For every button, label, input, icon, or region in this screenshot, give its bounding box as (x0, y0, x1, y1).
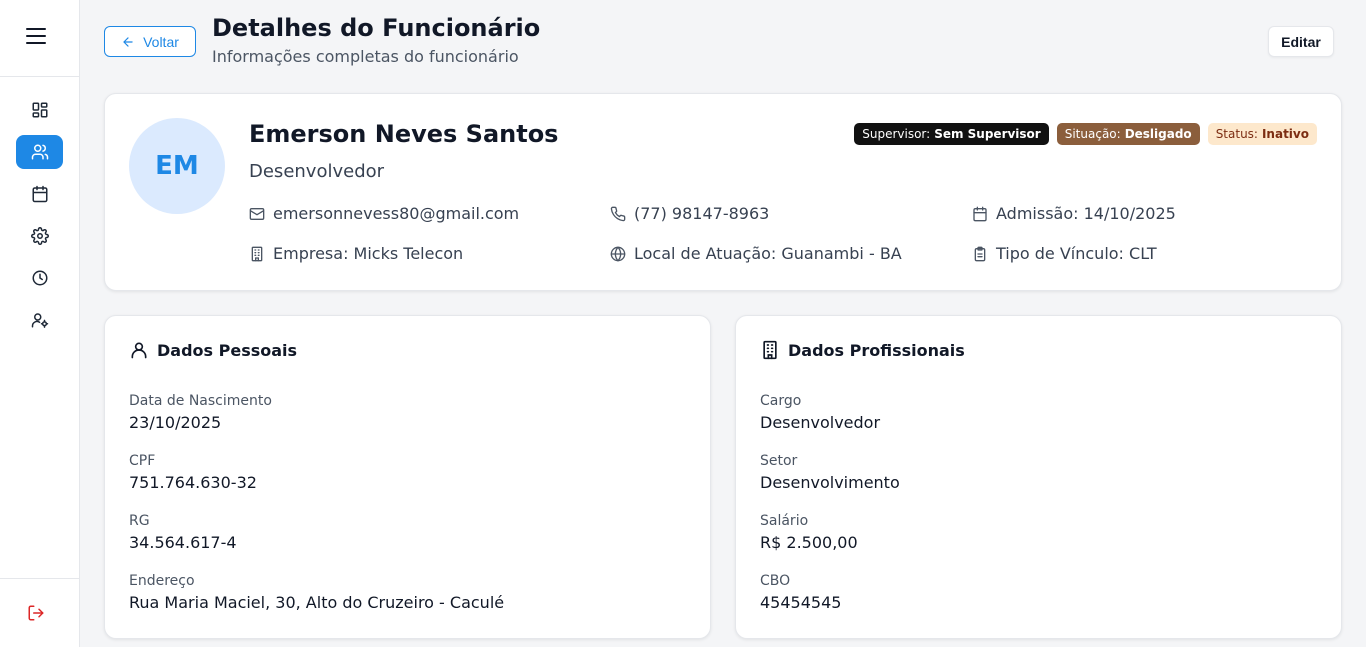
page-title: Detalhes do Funcionário (212, 14, 541, 42)
setor-field: Setor Desenvolvimento (760, 452, 900, 494)
status-badge: Status: Inativo (1207, 123, 1317, 145)
field-label: Cargo (760, 393, 802, 409)
personal-data-header: Dados Pessoais (129, 340, 297, 360)
status-badges: Supervisor: Sem Supervisor Situação: Des… (854, 123, 1317, 145)
building-icon (763, 340, 777, 360)
logout-icon (28, 605, 44, 621)
sidebar-item-settings[interactable] (16, 219, 63, 253)
field-value: 23/10/2025 (129, 413, 222, 432)
building-icon (251, 246, 263, 261)
field-value: Rua Maria Maciel, 30, Alto do Cruzeiro -… (129, 593, 505, 612)
status-badge-value: Inativo (1261, 127, 1309, 141)
field-label: Data de Nascimento (129, 393, 272, 409)
sidebar-item-calendar[interactable] (16, 177, 63, 211)
employee-profile-card: EM Emerson Neves Santos Desenvolvedor Su… (104, 93, 1342, 291)
phone-text: (77) 98147-8963 (634, 204, 770, 223)
edit-button[interactable]: Editar (1268, 26, 1334, 57)
admission-text: Admissão: 14/10/2025 (996, 204, 1176, 223)
calendar-icon (973, 206, 987, 221)
phone-info: (77) 98147-8963 (610, 204, 769, 223)
users-icon (31, 144, 48, 160)
mail-icon (249, 207, 265, 220)
link-type-info: Tipo de Vínculo: CLT (972, 244, 1157, 263)
professional-data-title: Dados Profissionais (788, 340, 965, 360)
back-button[interactable]: Voltar (104, 26, 196, 57)
admission-info: Admissão: 14/10/2025 (972, 204, 1176, 223)
professional-data-header: Dados Profissionais (760, 340, 965, 360)
address-field: Endereço Rua Maria Maciel, 30, Alto do C… (129, 572, 504, 614)
gear-icon (30, 227, 49, 245)
menu-toggle-button[interactable] (24, 24, 48, 48)
field-value: Desenvolvimento (760, 473, 900, 492)
phone-icon (610, 206, 626, 221)
clipboard-icon (974, 246, 986, 261)
sidebar-item-history[interactable] (16, 261, 63, 295)
field-label: RG (129, 513, 150, 529)
cpf-field: CPF 751.764.630-32 (129, 452, 257, 494)
avatar: EM (129, 118, 225, 214)
calendar-icon (32, 185, 47, 203)
location-text: Local de Atuação: Guanambi - BA (634, 244, 902, 263)
field-value: Desenvolvedor (760, 413, 881, 432)
clock-icon (32, 270, 47, 286)
arrow-left-icon (123, 36, 133, 47)
personal-data-title: Dados Pessoais (157, 340, 298, 360)
sidebar-item-dashboard[interactable] (16, 93, 63, 127)
personal-data-card: Dados Pessoais Data de Nascimento 23/10/… (104, 315, 711, 639)
situacao-badge-value: Desligado (1124, 127, 1192, 141)
company-info: Empresa: Micks Telecon (249, 244, 463, 263)
field-label: CBO (760, 573, 791, 589)
employee-role: Desenvolvedor (249, 161, 385, 182)
status-badge-label: Status: (1215, 127, 1258, 141)
sidebar-item-user-settings[interactable] (16, 303, 63, 337)
professional-data-card: Dados Profissionais Cargo Desenvolvedor … (735, 315, 1342, 639)
user-settings-icon (31, 313, 48, 328)
email-text: emersonnevess80@gmail.com (273, 204, 520, 223)
situacao-badge: Situação: Desligado (1056, 123, 1200, 145)
salario-field: Salário R$ 2.500,00 (760, 512, 858, 554)
field-label: Endereço (129, 573, 195, 589)
birthdate-field: Data de Nascimento 23/10/2025 (129, 392, 272, 434)
situacao-badge-label: Situação: (1064, 127, 1121, 141)
field-label: Setor (760, 453, 798, 469)
link-type-text: Tipo de Vínculo: CLT (996, 244, 1157, 263)
back-button-label: Voltar (143, 33, 179, 50)
cargo-field: Cargo Desenvolvedor (760, 392, 880, 434)
sidebar (0, 0, 80, 647)
hamburger-icon (26, 28, 46, 44)
company-text: Empresa: Micks Telecon (273, 244, 464, 263)
cbo-field: CBO 45454545 (760, 572, 841, 614)
email-info: emersonnevess80@gmail.com (249, 204, 519, 223)
supervisor-badge: Supervisor: Sem Supervisor (854, 123, 1049, 145)
user-icon (131, 342, 147, 359)
supervisor-badge-value: Sem Supervisor (934, 127, 1041, 141)
globe-icon (610, 245, 626, 262)
sidebar-divider (0, 578, 79, 579)
dashboard-icon (32, 102, 47, 118)
page-subtitle: Informações completas do funcionário (212, 47, 519, 66)
supervisor-badge-label: Supervisor: (862, 127, 931, 141)
field-label: Salário (760, 513, 809, 529)
sidebar-item-employees[interactable] (16, 135, 63, 169)
field-label: CPF (129, 453, 156, 469)
field-value: 34.564.617-4 (129, 533, 237, 552)
rg-field: RG 34.564.617-4 (129, 512, 237, 554)
field-value: R$ 2.500,00 (760, 533, 858, 552)
sidebar-divider (0, 76, 79, 77)
field-value: 45454545 (760, 593, 842, 612)
logout-button[interactable] (24, 601, 48, 625)
field-value: 751.764.630-32 (129, 473, 257, 492)
location-info: Local de Atuação: Guanambi - BA (610, 244, 902, 263)
employee-name: Emerson Neves Santos (249, 120, 559, 148)
